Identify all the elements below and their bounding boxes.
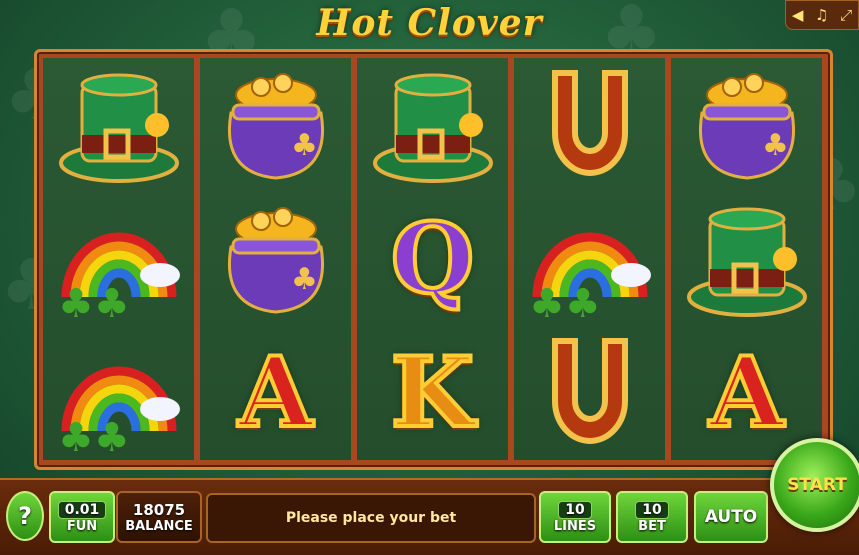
reels-frame: ♣♣ ♣♣ ♣ ♣ A QK ♣♣ ♣ A [34,49,833,470]
svg-text:♣: ♣ [291,128,318,163]
reel-3: QK [357,58,508,460]
symbol-letter: A [707,336,786,449]
leprechaun-hat-symbol [43,58,194,192]
svg-text:♣♣: ♣♣ [529,281,601,322]
horseshoe-symbol [514,58,665,192]
game-title: Hot Clover [316,2,543,44]
leprechaun-hat-symbol [357,58,508,192]
rainbow-symbol: ♣♣ [514,192,665,326]
auto-label: AUTO [704,507,758,527]
reel-5: ♣ A [671,58,822,460]
bet-button[interactable]: 10 BET [616,491,688,543]
reel-1: ♣♣ ♣♣ [43,58,194,460]
pot-of-gold-symbol: ♣ [671,58,822,192]
svg-text:♣♣: ♣♣ [58,281,130,322]
auto-button[interactable]: AUTO [694,491,768,543]
pot-of-gold-symbol: ♣ [200,58,351,192]
start-button[interactable]: START [770,438,859,532]
bet-value: 10 [635,500,669,519]
help-label: ? [18,502,32,530]
symbol-letter: K [389,336,476,449]
music-note-icon[interactable]: ♫ [815,6,828,24]
coin-value: 0.01 [57,500,107,519]
lines-button[interactable]: 10 LINES [539,491,611,543]
leprechaun-hat-symbol [671,192,822,326]
reel-2: ♣ ♣ A [200,58,351,460]
bet-label: BET [638,518,666,534]
start-label: START [787,475,847,495]
letter-k-symbol: K [357,326,508,460]
rainbow-symbol: ♣♣ [43,192,194,326]
svg-text:♣: ♣ [762,128,789,163]
speaker-icon[interactable]: ◀ [792,6,804,24]
balance-value: 18075 [132,500,186,519]
reel-4: ♣♣ [514,58,665,460]
letter-q-symbol: Q [357,192,508,326]
help-button[interactable]: ? [6,491,44,541]
lines-value: 10 [558,500,592,519]
lines-label: LINES [553,518,597,534]
coin-label: FUN [66,518,98,534]
symbol-letter: Q [389,202,477,315]
top-toolbar: ◀ ♫ ⤢ [785,0,859,30]
pot-of-gold-symbol: ♣ [200,192,351,326]
fullscreen-icon[interactable]: ⤢ [840,6,852,24]
status-message: Please place your bet [206,493,536,543]
svg-text:♣: ♣ [291,262,318,297]
rainbow-symbol: ♣♣ [43,326,194,460]
letter-a-symbol: A [200,326,351,460]
balance-label: BALANCE [125,518,193,534]
svg-text:♣♣: ♣♣ [58,415,130,456]
balance-display: 18075 BALANCE [116,491,202,543]
symbol-letter: A [236,336,315,449]
horseshoe-symbol [514,326,665,460]
coin-value-button[interactable]: 0.01 FUN [49,491,115,543]
letter-a-symbol: A [671,326,822,460]
